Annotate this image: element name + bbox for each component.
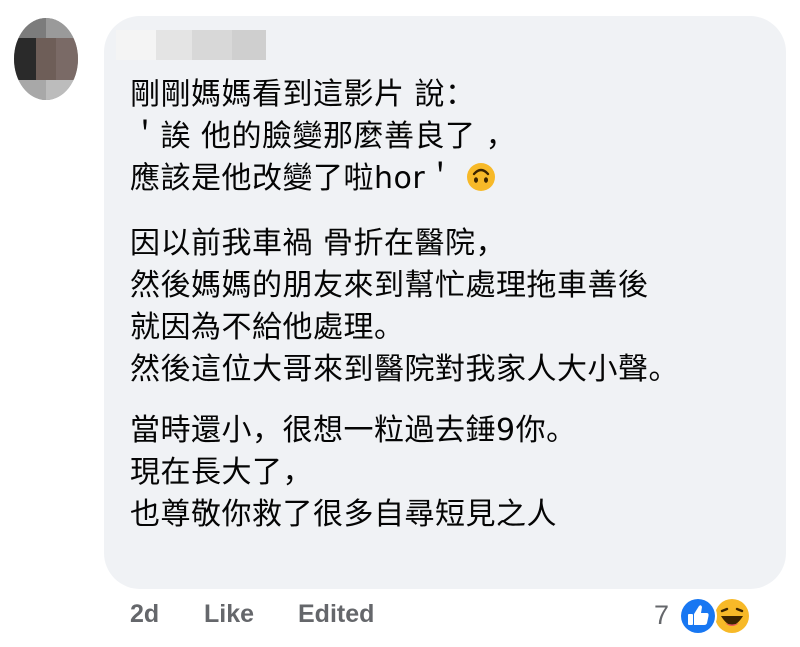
comment-line: 應該是他改變了啦hor＇ xyxy=(130,158,770,204)
avatar[interactable] xyxy=(14,18,78,100)
haha-reaction-icon xyxy=(712,596,752,636)
edited-label[interactable]: Edited xyxy=(298,600,374,629)
author-name[interactable] xyxy=(116,30,266,60)
comment-paragraph: 因以前我車禍 骨折在醫院， 然後媽媽的朋友來到幫忙處理拖車善後 就因為不給他處理… xyxy=(130,223,770,391)
comment-line: 也尊敬你救了很多自尋短見之人 xyxy=(130,497,557,532)
like-button[interactable]: Like xyxy=(204,600,254,629)
like-reaction-icon xyxy=(678,596,718,636)
comment-paragraph: 當時還小，很想一粒過去錘9你。 現在長大了， 也尊敬你救了很多自尋短見之人 xyxy=(130,410,770,536)
reactions-summary[interactable]: 7 xyxy=(650,596,770,640)
comment-line-text: 應該是他改變了啦hor＇ xyxy=(130,161,456,196)
comment-line: 剛剛媽媽看到這影片 說： xyxy=(130,77,476,112)
comment-line: 然後這位大哥來到醫院對我家人大小聲。 xyxy=(130,352,679,387)
reaction-count[interactable]: 7 xyxy=(654,600,669,631)
comment-paragraph: 剛剛媽媽看到這影片 說： ＇誒 他的臉變那麼善良了 ， 應該是他改變了啦hor＇ xyxy=(130,74,770,204)
comment-text: 剛剛媽媽看到這影片 說： ＇誒 他的臉變那麼善良了 ， 應該是他改變了啦hor＇… xyxy=(130,74,770,555)
comment-line: 當時還小，很想一粒過去錘9你。 xyxy=(130,413,577,448)
comment-line: 因以前我車禍 骨折在醫院， xyxy=(130,226,507,261)
comment-line: 就因為不給他處理。 xyxy=(130,310,405,345)
comment-line: ＇誒 他的臉變那麼善良了 ， xyxy=(130,119,517,154)
upside-down-face-icon xyxy=(466,162,496,204)
comment-line: 然後媽媽的朋友來到幫忙處理拖車善後 xyxy=(130,268,649,303)
timestamp-link[interactable]: 2d xyxy=(130,600,159,629)
comment-line: 現在長大了， xyxy=(130,455,313,490)
